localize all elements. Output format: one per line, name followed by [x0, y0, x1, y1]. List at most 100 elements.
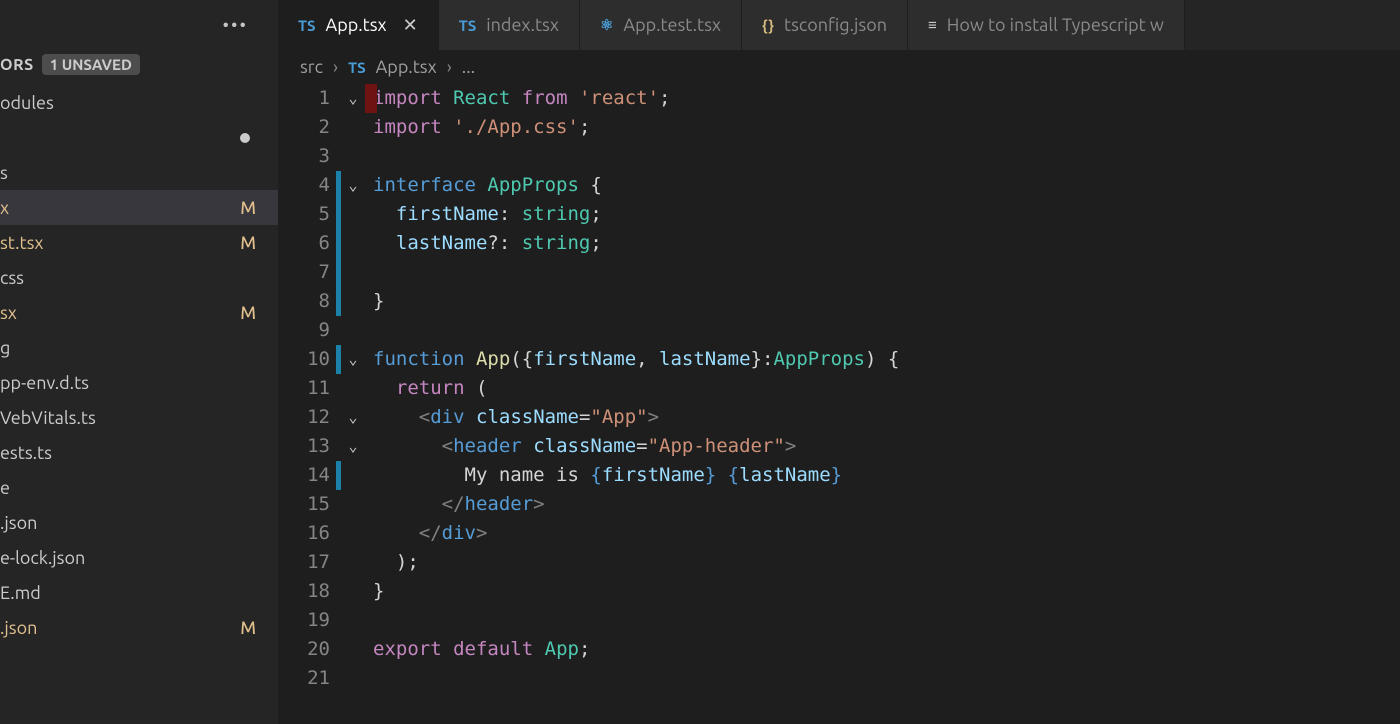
file-tree-item-label: st.tsx: [0, 233, 44, 253]
breadcrumb[interactable]: src › TS App.tsx › ...: [278, 50, 1400, 84]
code-content[interactable]: }: [365, 287, 1400, 316]
fold-toggle-icon[interactable]: ⌄: [341, 345, 365, 374]
code-content[interactable]: [365, 316, 1400, 345]
code-content[interactable]: [365, 664, 1400, 693]
file-tree-item[interactable]: e-lock.json: [0, 540, 278, 575]
file-tree-item[interactable]: .jsonM: [0, 610, 278, 645]
code-content[interactable]: interface AppProps {: [365, 171, 1400, 200]
code-line[interactable]: 7: [278, 258, 1400, 287]
sidebar-top: •••: [0, 0, 278, 50]
file-tree-item[interactable]: sxM: [0, 295, 278, 330]
code-line[interactable]: 10⌄function App({firstName, lastName}:Ap…: [278, 345, 1400, 374]
line-number: 1: [278, 84, 336, 113]
error-marker-icon: [365, 84, 377, 113]
code-content[interactable]: lastName?: string;: [365, 229, 1400, 258]
fold-toggle-icon: [341, 664, 365, 693]
code-content[interactable]: My name is {firstName} {lastName}: [365, 461, 1400, 490]
file-tree-item[interactable]: odules: [0, 85, 278, 120]
close-icon[interactable]: ✕: [403, 15, 418, 36]
editor-tab[interactable]: TSindex.tsx: [439, 0, 580, 50]
code-line[interactable]: 18}: [278, 577, 1400, 606]
ts-file-icon: TS: [348, 59, 366, 76]
more-icon[interactable]: •••: [223, 15, 248, 35]
code-content[interactable]: <header className="App-header">: [365, 432, 1400, 461]
file-tree-item[interactable]: .json: [0, 505, 278, 540]
code-line[interactable]: 9: [278, 316, 1400, 345]
code-content[interactable]: return (: [365, 374, 1400, 403]
fold-toggle-icon: [341, 490, 365, 519]
code-editor[interactable]: 1⌄import React from 'react';2import './A…: [278, 84, 1400, 724]
code-line[interactable]: 16 </div>: [278, 519, 1400, 548]
line-number: 15: [278, 490, 336, 519]
file-tree-item-label: e-lock.json: [0, 548, 85, 568]
file-tree-item[interactable]: pp-env.d.ts: [0, 365, 278, 400]
code-line[interactable]: 17 );: [278, 548, 1400, 577]
code-line[interactable]: 2import './App.css';: [278, 113, 1400, 142]
code-content[interactable]: import './App.css';: [365, 113, 1400, 142]
file-tree-item[interactable]: s: [0, 155, 278, 190]
code-content[interactable]: firstName: string;: [365, 200, 1400, 229]
editor-tab[interactable]: TS App.tsx ✕: [278, 0, 439, 50]
code-content[interactable]: [365, 142, 1400, 171]
code-content[interactable]: import React from 'react';: [365, 84, 1400, 113]
code-line[interactable]: 13⌄ <header className="App-header">: [278, 432, 1400, 461]
fold-toggle-icon[interactable]: ⌄: [341, 403, 365, 432]
open-editors-header[interactable]: ORS 1 UNSAVED: [0, 50, 278, 79]
code-line[interactable]: 3: [278, 142, 1400, 171]
code-line[interactable]: 12⌄ <div className="App">: [278, 403, 1400, 432]
code-content[interactable]: export default App;: [365, 635, 1400, 664]
chevron-right-icon: ›: [447, 57, 452, 77]
line-number: 8: [278, 287, 336, 316]
code-line[interactable]: 21: [278, 664, 1400, 693]
fold-toggle-icon: [341, 635, 365, 664]
open-editors-label: ORS: [0, 56, 34, 74]
ts-file-icon: TS: [298, 17, 316, 34]
react-file-icon: ⚛: [600, 16, 613, 34]
code-line[interactable]: 15 </header>: [278, 490, 1400, 519]
git-status-letter: M: [240, 198, 256, 218]
code-content[interactable]: );: [365, 548, 1400, 577]
code-line[interactable]: 1⌄import React from 'react';: [278, 84, 1400, 113]
code-content[interactable]: [365, 606, 1400, 635]
code-line[interactable]: 8}: [278, 287, 1400, 316]
app-root: ••• ORS 1 UNSAVED odulessxMst.tsxMcsssxM…: [0, 0, 1400, 724]
file-tree-item[interactable]: E.md: [0, 575, 278, 610]
editor-tab[interactable]: {}tsconfig.json: [742, 0, 908, 50]
code-line[interactable]: 19: [278, 606, 1400, 635]
code-line[interactable]: 5 firstName: string;: [278, 200, 1400, 229]
code-content[interactable]: }: [365, 577, 1400, 606]
code-content[interactable]: </div>: [365, 519, 1400, 548]
file-tree-item[interactable]: st.tsx M: [0, 225, 278, 260]
code-content[interactable]: function App({firstName, lastName}:AppPr…: [365, 345, 1400, 374]
code-line[interactable]: 20export default App;: [278, 635, 1400, 664]
code-content[interactable]: [365, 258, 1400, 287]
file-tree-item[interactable]: ests.ts: [0, 435, 278, 470]
code-content[interactable]: </header>: [365, 490, 1400, 519]
fold-toggle-icon[interactable]: ⌄: [341, 84, 365, 113]
line-number: 7: [278, 258, 336, 287]
file-tree-item[interactable]: css: [0, 260, 278, 295]
file-tree-item[interactable]: VebVitals.ts: [0, 400, 278, 435]
breadcrumb-trail: ...: [462, 57, 475, 77]
file-tree-item[interactable]: g: [0, 330, 278, 365]
fold-toggle-icon[interactable]: ⌄: [341, 171, 365, 200]
fold-toggle-icon[interactable]: ⌄: [341, 432, 365, 461]
editor-tab[interactable]: ≡How to install Typescript w: [908, 0, 1185, 50]
line-number: 16: [278, 519, 336, 548]
fold-toggle-icon: [341, 200, 365, 229]
file-tree-item-label: VebVitals.ts: [0, 408, 96, 428]
code-line[interactable]: 14 My name is {firstName} {lastName}: [278, 461, 1400, 490]
fold-toggle-icon: [341, 316, 365, 345]
file-tree-item[interactable]: e: [0, 470, 278, 505]
file-tree-item[interactable]: xM: [0, 190, 278, 225]
code-line[interactable]: 4⌄interface AppProps {: [278, 171, 1400, 200]
code-content[interactable]: <div className="App">: [365, 403, 1400, 432]
line-number: 9: [278, 316, 336, 345]
code-line[interactable]: 11 return (: [278, 374, 1400, 403]
code-line[interactable]: 6 lastName?: string;: [278, 229, 1400, 258]
tab-label: App.tsx: [326, 15, 387, 35]
git-status-letter: M: [240, 233, 256, 253]
fold-toggle-icon: [341, 287, 365, 316]
editor-tab[interactable]: ⚛App.test.tsx: [580, 0, 742, 50]
file-tree-item[interactable]: [0, 120, 278, 155]
